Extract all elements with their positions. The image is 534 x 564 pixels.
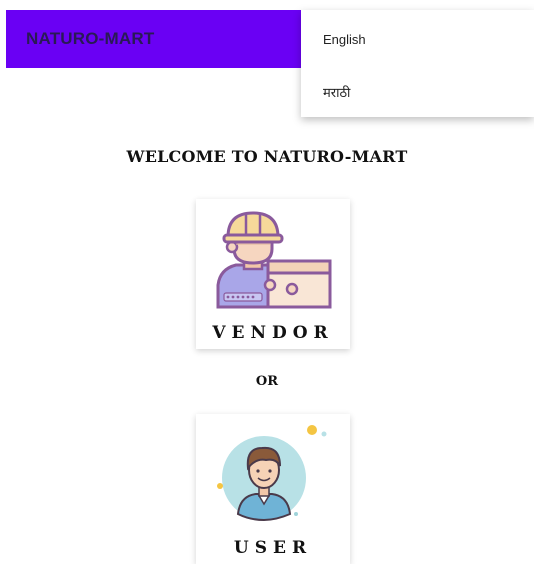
- user-avatar-icon: [217, 425, 327, 522]
- menu-item-marathi[interactable]: मराठी: [323, 83, 350, 101]
- screen: NATURO-MART English मराठी WELCOME TO NAT…: [0, 0, 534, 564]
- user-card[interactable]: USER: [196, 414, 350, 564]
- app-title: NATURO-MART: [26, 29, 155, 48]
- vendor-card[interactable]: VENDOR: [196, 199, 350, 349]
- language-dropdown-menu: English मराठी: [301, 10, 534, 117]
- vendor-label: VENDOR: [212, 323, 334, 343]
- menu-item-english[interactable]: English: [323, 32, 366, 47]
- worker-with-box-icon: [216, 211, 332, 309]
- welcome-heading: WELCOME TO NATURO-MART: [126, 147, 408, 166]
- or-separator: OR: [255, 374, 279, 389]
- user-label: USER: [233, 538, 313, 558]
